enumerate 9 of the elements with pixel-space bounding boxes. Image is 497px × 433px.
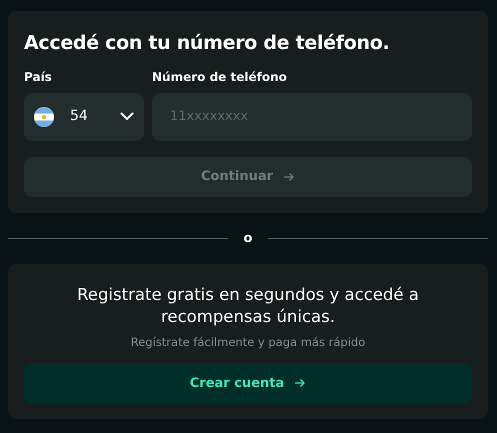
create-account-button[interactable]: Crear cuenta xyxy=(24,363,472,404)
signup-heading: Registrate gratis en segundos y accedé a recompensas únicas. xyxy=(76,284,420,328)
country-select[interactable]: 54 xyxy=(24,92,144,140)
signup-subtext: Regístrate fácilmente y paga más rápido xyxy=(130,334,366,351)
card-title: Accedé con tu número de teléfono. xyxy=(24,31,390,56)
phone-label: Número de teléfono xyxy=(152,68,288,86)
divider-text: o xyxy=(244,230,252,248)
country-label: País xyxy=(24,68,53,86)
phone-input[interactable]: 11xxxxxxxx xyxy=(152,92,472,140)
